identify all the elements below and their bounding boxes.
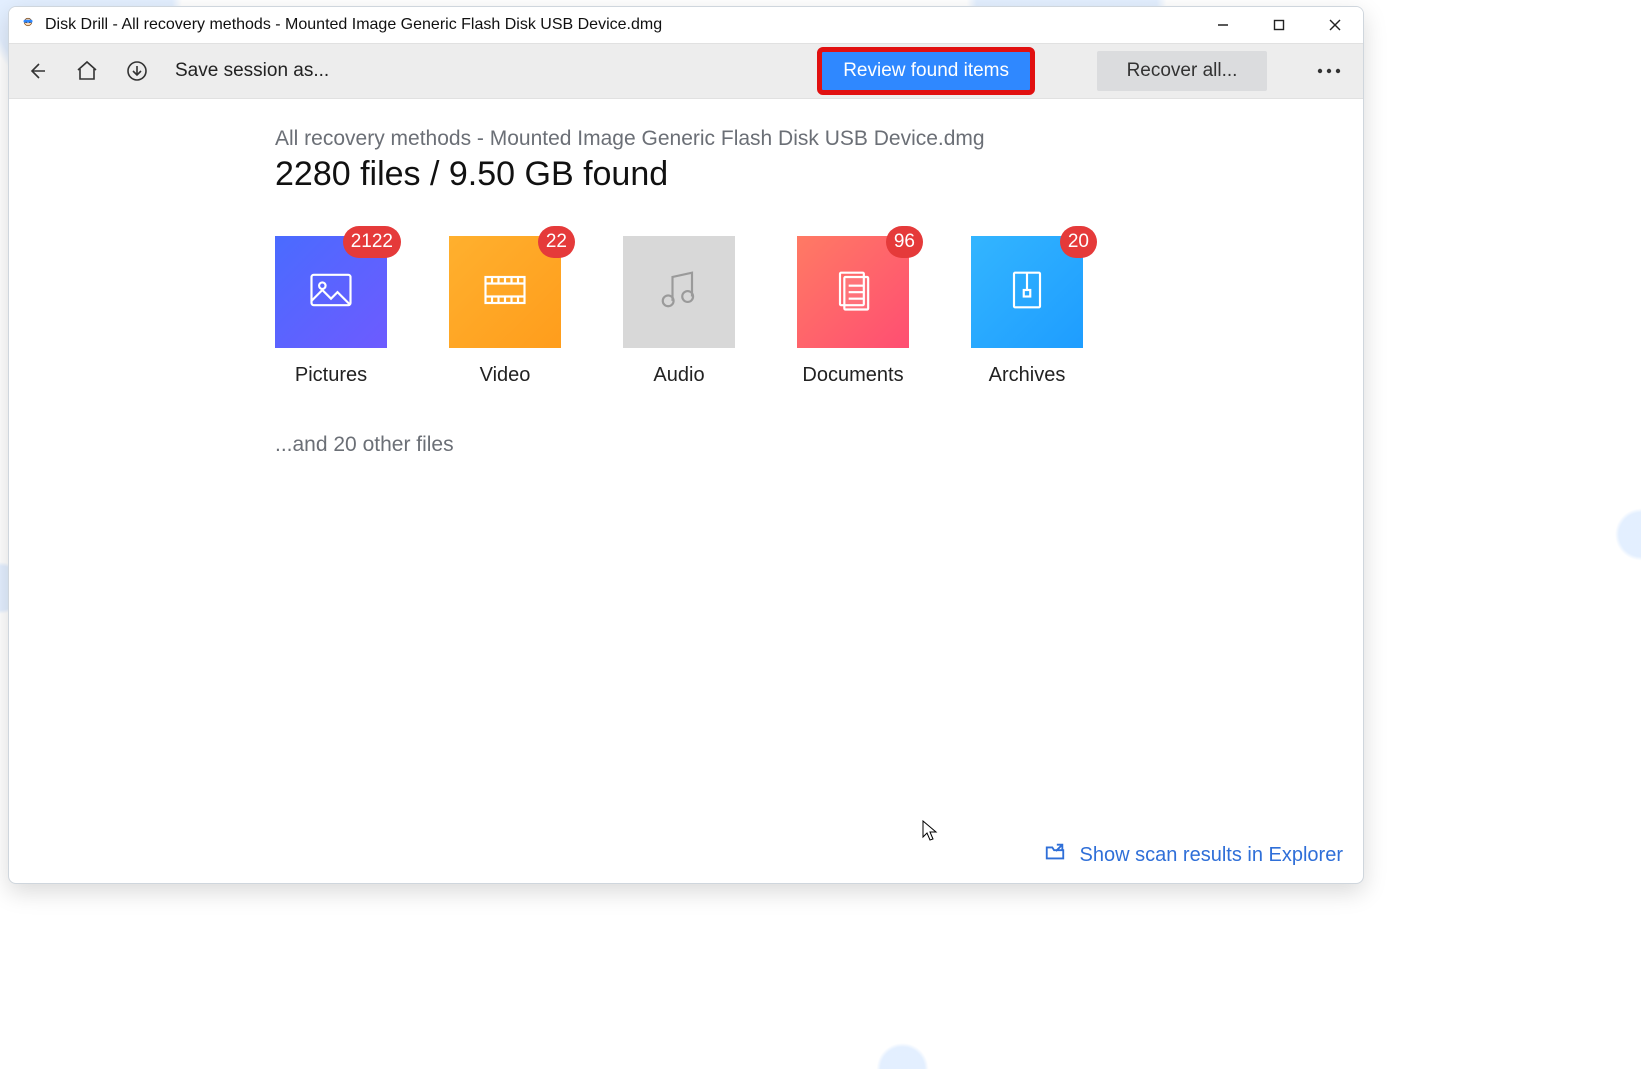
show-results-label: Show scan results in Explorer — [1080, 844, 1343, 867]
documents-tile: 96 — [797, 236, 909, 348]
documents-label: Documents — [802, 364, 903, 387]
other-files-text: ...and 20 other files — [275, 433, 1363, 457]
category-video[interactable]: 22 Video — [449, 236, 561, 387]
recover-all-label: Recover all... — [1127, 60, 1238, 82]
archives-tile: 20 — [971, 236, 1083, 348]
minimize-button[interactable] — [1195, 7, 1251, 43]
download-icon[interactable] — [125, 59, 149, 83]
picture-icon — [305, 264, 357, 321]
maximize-button[interactable] — [1251, 7, 1307, 43]
pictures-tile: 2122 — [275, 236, 387, 348]
pictures-badge: 2122 — [343, 226, 401, 258]
close-button[interactable] — [1307, 7, 1363, 43]
summary-heading: 2280 files / 9.50 GB found — [275, 155, 1363, 194]
documents-badge: 96 — [886, 226, 923, 258]
video-label: Video — [480, 364, 531, 387]
category-documents[interactable]: 96 Documents — [797, 236, 909, 387]
review-found-items-label: Review found items — [843, 60, 1009, 82]
breadcrumb: All recovery methods - Mounted Image Gen… — [275, 127, 1363, 151]
content-area: All recovery methods - Mounted Image Gen… — [9, 99, 1363, 883]
audio-label: Audio — [653, 364, 704, 387]
toolbar: Save session as... Review found items Re… — [9, 43, 1363, 99]
music-note-icon — [653, 264, 705, 321]
home-icon[interactable] — [75, 59, 99, 83]
open-folder-icon — [1044, 841, 1066, 869]
category-audio[interactable]: Audio — [623, 236, 735, 387]
recover-all-button[interactable]: Recover all... — [1097, 51, 1267, 91]
audio-tile — [623, 236, 735, 348]
pictures-label: Pictures — [295, 364, 367, 387]
archives-badge: 20 — [1060, 226, 1097, 258]
archive-icon — [1001, 264, 1053, 321]
category-pictures[interactable]: 2122 Pictures — [275, 236, 387, 387]
document-icon — [827, 264, 879, 321]
app-window: Disk Drill - All recovery methods - Moun… — [8, 6, 1364, 884]
titlebar: Disk Drill - All recovery methods - Moun… — [9, 7, 1363, 43]
archives-label: Archives — [989, 364, 1066, 387]
window-title: Disk Drill - All recovery methods - Moun… — [45, 16, 662, 34]
show-results-in-explorer-link[interactable]: Show scan results in Explorer — [1044, 841, 1343, 869]
video-badge: 22 — [538, 226, 575, 258]
filmstrip-icon — [479, 264, 531, 321]
category-archives[interactable]: 20 Archives — [971, 236, 1083, 387]
video-tile: 22 — [449, 236, 561, 348]
app-icon — [19, 16, 37, 34]
save-session-link[interactable]: Save session as... — [175, 60, 329, 82]
window-controls — [1195, 7, 1363, 43]
category-cards: 2122 Pictures — [275, 236, 1363, 387]
back-icon[interactable] — [25, 59, 49, 83]
review-found-items-button[interactable]: Review found items — [821, 51, 1031, 91]
more-menu-button[interactable] — [1311, 51, 1347, 91]
